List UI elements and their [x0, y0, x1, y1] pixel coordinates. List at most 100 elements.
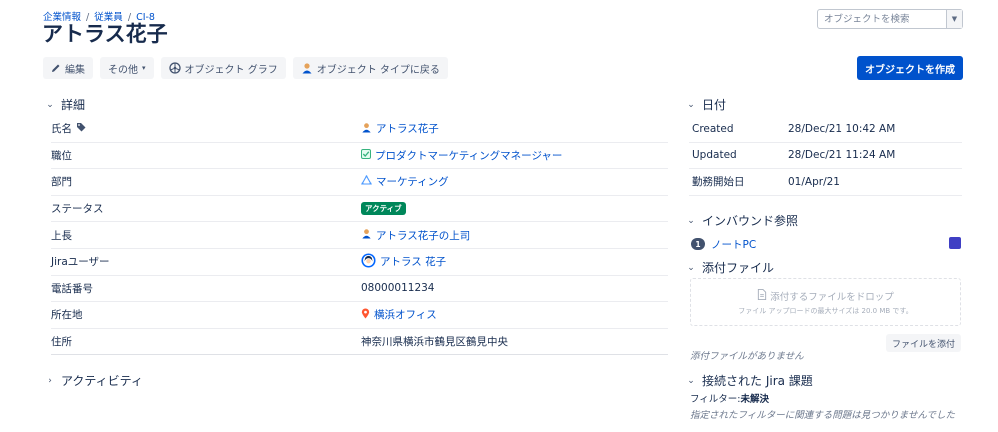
- status-badge: アクティブ: [361, 202, 406, 216]
- no-attachments-text: 添付ファイルがありません: [690, 351, 804, 362]
- attribute-row-location: 所在地 横浜オフィス: [51, 302, 668, 329]
- attribute-label: ステータス: [51, 203, 104, 216]
- chevron-down-icon[interactable]: ▼: [946, 10, 962, 28]
- activity-section-header[interactable]: › アクティビティ: [45, 372, 143, 389]
- date-label: Updated: [692, 149, 737, 162]
- attachments-section-header[interactable]: ⌄ 添付ファイル: [686, 259, 774, 276]
- inbound-references-heading: インバウンド参照: [702, 214, 799, 228]
- dropzone-text: 添付するファイルをドロップ: [770, 291, 894, 303]
- back-to-object-type-button[interactable]: オブジェクト タイプに戻る: [292, 57, 448, 79]
- attribute-row-phone: 電話番号 08000011234: [51, 276, 668, 303]
- date-row-updated: Updated 28/Dec/21 11:24 AM: [689, 143, 962, 170]
- details-section-header[interactable]: ⌄ 詳細: [45, 96, 85, 113]
- avatar: [361, 253, 376, 271]
- attribute-row-position: 職位 プロダクトマーケティングマネージャー: [51, 143, 668, 170]
- date-value: 01/Apr/21: [788, 175, 840, 188]
- person-icon: [361, 228, 372, 242]
- hierarchy-icon: [361, 175, 372, 188]
- person-icon: [301, 62, 313, 74]
- chevron-down-icon: ⌄: [46, 99, 54, 110]
- edit-button[interactable]: 編集: [43, 57, 93, 79]
- map-pin-icon: [361, 308, 370, 322]
- attribute-value-link[interactable]: マーケティング: [361, 174, 449, 189]
- attribute-label: 住所: [51, 336, 72, 349]
- attribute-value-link[interactable]: 横浜オフィス: [361, 307, 437, 322]
- dates-section-header[interactable]: ⌄ 日付: [686, 96, 726, 113]
- attribute-value: プロダクトマーケティングマネージャー: [375, 149, 563, 162]
- date-label: Created: [692, 122, 734, 135]
- attribute-label: 所在地: [51, 309, 83, 322]
- attribute-label: 部門: [51, 176, 72, 189]
- attribute-value-link[interactable]: プロダクトマーケティングマネージャー: [361, 148, 562, 163]
- object-type-color-swatch: [949, 237, 961, 249]
- object-graph-button[interactable]: オブジェクト グラフ: [160, 57, 286, 79]
- attribute-label: 電話番号: [51, 282, 93, 295]
- attachments-heading: 添付ファイル: [702, 261, 775, 275]
- attribute-label: 上長: [51, 229, 72, 242]
- date-list: Created 28/Dec/21 10:42 AM Updated 28/De…: [689, 116, 962, 196]
- date-row-start-date: 勤務開始日 01/Apr/21: [689, 169, 962, 196]
- chevron-down-icon: ⌄: [687, 375, 695, 386]
- attribute-row-manager: 上長 アトラス花子の上司: [51, 222, 668, 249]
- attachment-dropzone[interactable]: 添付するファイルをドロップ ファイル アップロードの最大サイズは 20.0 MB…: [690, 278, 961, 326]
- attribute-value-link[interactable]: アトラス花子の上司: [361, 228, 470, 243]
- date-row-created: Created 28/Dec/21 10:42 AM: [689, 116, 962, 143]
- attribute-label: 氏名: [51, 123, 72, 136]
- filter-value: 未解決: [740, 394, 770, 405]
- attribute-value: 神奈川県横浜市鶴見区鶴見中央: [361, 336, 508, 349]
- attribute-value: アトラス 花子: [380, 256, 447, 269]
- filter-label: フィルター:: [690, 394, 741, 405]
- chevron-down-icon: ⌄: [687, 215, 695, 226]
- no-issues-text: 指定されたフィルターに関連する問題は見つかりませんでした: [690, 410, 956, 421]
- attribute-label: 職位: [51, 149, 72, 162]
- attribute-value-link[interactable]: アトラス花子: [361, 121, 439, 136]
- dates-heading: 日付: [702, 98, 727, 112]
- date-label: 勤務開始日: [692, 176, 745, 189]
- attribute-value: アトラス花子: [376, 123, 439, 136]
- dropzone-max-size-text: ファイル アップロードの最大サイズは 20.0 MB です。: [738, 306, 913, 315]
- chevron-down-icon: ▾: [142, 64, 146, 72]
- page-title: アトラス花子: [42, 22, 168, 46]
- attribute-value: アトラス花子の上司: [376, 229, 471, 242]
- object-search-box[interactable]: ▼: [817, 9, 963, 29]
- attribute-value: マーケティング: [376, 176, 449, 189]
- inbound-references-header[interactable]: ⌄ インバウンド参照: [686, 212, 798, 229]
- checkbox-icon: [361, 148, 371, 162]
- chevron-down-icon: ⌄: [687, 262, 695, 273]
- tag-icon: [76, 122, 86, 135]
- details-heading: 詳細: [61, 98, 86, 112]
- chevron-right-icon: ›: [48, 375, 52, 386]
- pencil-icon: [51, 63, 61, 73]
- attach-file-button[interactable]: ファイルを添付: [886, 334, 961, 352]
- inbound-reference-link[interactable]: ノートPC: [711, 237, 756, 252]
- create-object-button[interactable]: オブジェクトを作成: [857, 56, 963, 80]
- jira-issues-heading: 接続された Jira 課題: [702, 374, 813, 388]
- back-to-object-type-label: オブジェクト タイプに戻る: [316, 64, 440, 76]
- attribute-list: 氏名 アトラス花子 職位 プロダクトマーケティングマネージャー 部門 マーケティ: [51, 116, 668, 356]
- attribute-row-name: 氏名 アトラス花子: [51, 116, 668, 143]
- date-value: 28/Dec/21 10:42 AM: [788, 122, 896, 135]
- jira-issues-section-header[interactable]: ⌄ 接続された Jira 課題: [686, 372, 813, 389]
- more-button-label: その他: [108, 64, 138, 76]
- object-graph-button-label: オブジェクト グラフ: [184, 64, 278, 76]
- graph-icon: [168, 62, 181, 74]
- edit-button-label: 編集: [65, 64, 85, 76]
- date-value: 28/Dec/21 11:24 AM: [788, 149, 896, 162]
- attribute-row-status: ステータス アクティブ: [51, 196, 668, 223]
- issue-filter[interactable]: フィルター:未解決: [690, 391, 769, 405]
- object-search-input[interactable]: [818, 10, 938, 28]
- attribute-value: 08000011234: [361, 282, 435, 295]
- toolbar: 編集 その他 ▾ オブジェクト グラフ オブジェクト タイプに戻る: [43, 57, 448, 79]
- person-icon: [361, 122, 372, 136]
- count-badge: 1: [691, 238, 705, 250]
- more-button[interactable]: その他 ▾: [100, 57, 154, 79]
- attribute-label: Jiraユーザー: [51, 256, 110, 269]
- attribute-value-link[interactable]: アトラス 花子: [361, 253, 446, 271]
- attribute-value: 横浜オフィス: [374, 309, 437, 322]
- activity-heading: アクティビティ: [61, 374, 143, 388]
- inbound-reference-item[interactable]: 1 ノートPC: [691, 236, 961, 252]
- document-icon: [757, 288, 767, 303]
- chevron-down-icon: ⌄: [687, 99, 695, 110]
- attribute-row-jira-user: Jiraユーザー アトラス 花子: [51, 249, 668, 276]
- attribute-row-address: 住所 神奈川県横浜市鶴見区鶴見中央: [51, 329, 668, 356]
